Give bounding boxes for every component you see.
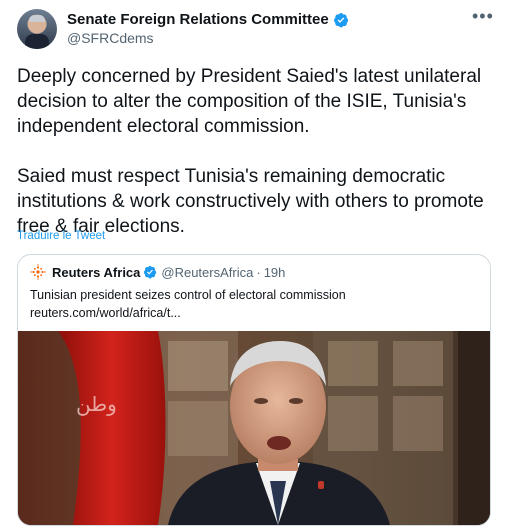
verified-badge-icon — [144, 265, 157, 279]
author-handle[interactable]: @SFRCdems — [67, 30, 154, 46]
quoted-tweet-header: Reuters Africa @ReutersAfrica · 19h — [30, 264, 285, 280]
svg-text:وطن: وطن — [76, 392, 117, 416]
quoted-timestamp[interactable]: 19h — [264, 265, 286, 280]
reuters-logo-icon — [30, 264, 46, 280]
author-name[interactable]: Senate Foreign Relations Committee — [67, 11, 329, 28]
photo-illustration: وطن — [18, 331, 490, 525]
separator-dot: · — [256, 264, 261, 280]
quoted-link[interactable]: reuters.com/world/africa/t... — [30, 304, 181, 322]
avatar-suit — [25, 34, 49, 49]
avatar[interactable] — [17, 9, 57, 49]
quoted-author-name[interactable]: Reuters Africa — [52, 265, 140, 280]
more-options-icon[interactable]: ••• — [472, 6, 494, 27]
avatar-hair — [29, 15, 45, 22]
translate-link[interactable]: Traduire le Tweet — [17, 230, 105, 242]
quoted-photo[interactable]: وطن — [18, 331, 490, 525]
tweet-card[interactable]: Senate Foreign Relations Committee @SFRC… — [0, 0, 508, 526]
quoted-text: Tunisian president seizes control of ele… — [30, 288, 346, 302]
tweet-text: Deeply concerned by President Saied's la… — [17, 66, 484, 237]
author-row: Senate Foreign Relations Committee — [67, 11, 349, 28]
verified-badge-icon — [333, 12, 348, 27]
quoted-tweet[interactable]: Reuters Africa @ReutersAfrica · 19h Tuni… — [17, 254, 491, 526]
quoted-author-handle[interactable]: @ReutersAfrica — [161, 265, 253, 280]
